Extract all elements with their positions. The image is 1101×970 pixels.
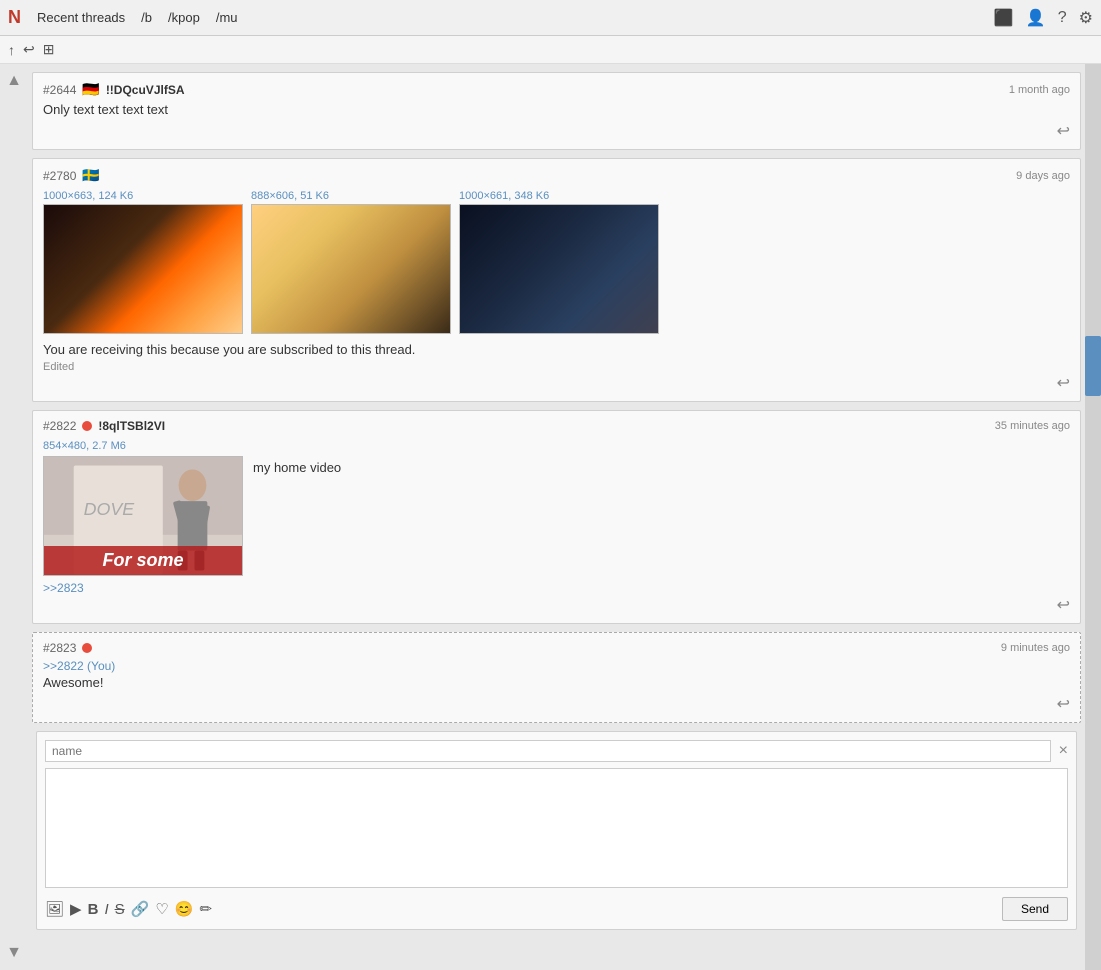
svg-text:DOVE: DOVE [84, 499, 136, 519]
post-2822: #2822 !8qlTSBl2VI 35 minutes ago 854×480… [32, 410, 1081, 624]
help-icon[interactable]: ? [1058, 9, 1067, 27]
post-2644-username: !!DQcuVJlfSA [106, 83, 185, 97]
nav-kpop[interactable]: /kpop [168, 10, 200, 25]
send-button[interactable]: Send [1002, 897, 1068, 921]
toolbar-link-icon[interactable]: 🔗 [131, 900, 150, 918]
fullscreen-icon[interactable]: ⬛ [994, 8, 1014, 28]
user-icon[interactable]: 👤 [1026, 8, 1046, 28]
post-2823-reply-button[interactable]: ↩ [1057, 696, 1070, 713]
post-2780-img3-label: 1000×661, 348 K6 [459, 190, 659, 202]
post-2644-id: #2644 [43, 83, 76, 97]
post-2823-dot [82, 643, 92, 653]
post-2822-ref[interactable]: >>2823 [43, 581, 84, 595]
post-2780-flag: 🇸🇪 [82, 167, 99, 184]
toolbar-strikethrough-icon[interactable]: S [115, 901, 125, 918]
post-2780-header: #2780 🇸🇪 9 days ago [43, 167, 1070, 184]
post-2780-reply-area: ↩ [43, 373, 1070, 393]
nav-mu[interactable]: /mu [216, 10, 238, 25]
toolbar-italic-icon[interactable]: I [104, 901, 108, 918]
secondbar: ↑ ↩ ⊞ [0, 36, 1101, 64]
reply-form: × 🖼 ▶ B I S 🔗 ♡ 😊 ✏ Send [36, 731, 1077, 930]
scrollbar-thumb[interactable] [1085, 336, 1101, 396]
post-2644-time: 1 month ago [1009, 84, 1070, 96]
left-scroll-panel: ▲ ▼ [0, 64, 28, 970]
post-2822-reply-button[interactable]: ↩ [1057, 597, 1070, 614]
post-2780-img2-label: 888×606, 51 K6 [251, 190, 451, 202]
post-2822-reply-area: ↩ [43, 595, 1070, 615]
scroll-up-button[interactable]: ▲ [6, 72, 22, 90]
toolbar-image-icon[interactable]: 🖼 [45, 900, 64, 918]
nav-b[interactable]: /b [141, 10, 152, 25]
post-2822-id: #2822 [43, 419, 76, 433]
post-2822-side-text: my home video [253, 456, 341, 576]
post-2822-video-wrap: DOVE For some my home video [43, 456, 1070, 576]
post-2822-video-caption: For some [44, 546, 242, 575]
reply-form-header: × [45, 740, 1068, 762]
reply-close-button[interactable]: × [1059, 742, 1068, 760]
post-2823-time: 9 minutes ago [1001, 642, 1070, 654]
post-2644: #2644 🇩🇪 !!DQcuVJlfSA 1 month ago Only t… [32, 72, 1081, 150]
post-2822-header: #2822 !8qlTSBl2VI 35 minutes ago [43, 419, 1070, 433]
topbar: N Recent threads /b /kpop /mu ⬛ 👤 ? ⚙ [0, 0, 1101, 36]
reply-icon[interactable]: ↩ [23, 41, 35, 58]
toolbar-bold-icon[interactable]: B [88, 901, 99, 918]
toolbar-heart-icon[interactable]: ♡ [155, 900, 168, 918]
post-2780-img2[interactable] [251, 204, 451, 334]
post-2644-reply-area: ↩ [43, 121, 1070, 141]
post-2644-header: #2644 🇩🇪 !!DQcuVJlfSA 1 month ago [43, 81, 1070, 98]
post-2780-img1-label: 1000×663, 124 K6 [43, 190, 243, 202]
reply-textarea[interactable] [45, 768, 1068, 888]
post-2780-img1[interactable] [43, 204, 243, 334]
post-2780-time: 9 days ago [1016, 170, 1070, 182]
post-2823-header: #2823 9 minutes ago [43, 641, 1070, 655]
toolbar-play-icon[interactable]: ▶ [70, 900, 82, 918]
post-2780-img3[interactable] [459, 204, 659, 334]
scroll-down-button[interactable]: ▼ [6, 944, 22, 962]
post-2823-quote-ref[interactable]: >>2822 (You) [43, 659, 1070, 673]
post-2822-ref-area: >>2823 [43, 580, 1070, 595]
post-2780-image-2: 888×606, 51 K6 [251, 190, 451, 334]
post-2780-reply-button[interactable]: ↩ [1057, 375, 1070, 392]
topbar-icons: ⬛ 👤 ? ⚙ [994, 8, 1093, 28]
post-2644-flag: 🇩🇪 [82, 81, 99, 98]
post-2822-video-label: 854×480, 2.7 M6 [43, 440, 126, 452]
post-2823-content: Awesome! [43, 675, 1070, 690]
post-2822-username: !8qlTSBl2VI [98, 419, 165, 433]
post-2644-reply-button[interactable]: ↩ [1057, 123, 1070, 140]
scroll-up-icon[interactable]: ↑ [8, 42, 15, 58]
post-2822-video-thumb[interactable]: DOVE For some [43, 456, 243, 576]
post-2780-subscribed-text: You are receiving this because you are s… [43, 342, 1070, 357]
top-nav: Recent threads /b /kpop /mu [37, 10, 982, 25]
toolbar-emoji-icon[interactable]: 😊 [175, 900, 194, 918]
post-2644-content: Only text text text text [43, 102, 1070, 117]
settings-icon[interactable]: ⚙ [1079, 8, 1093, 28]
post-2822-dot [82, 421, 92, 431]
post-2780-images: 1000×663, 124 K6 888×606, 51 K6 1000×661… [43, 190, 1070, 334]
right-scrollbar[interactable] [1085, 64, 1101, 970]
app-logo[interactable]: N [8, 7, 21, 28]
post-2780-image-1: 1000×663, 124 K6 [43, 190, 243, 334]
main-layout: ▲ ▼ #2644 🇩🇪 !!DQcuVJlfSA 1 month ago On… [0, 64, 1101, 970]
reply-name-input[interactable] [45, 740, 1051, 762]
toolbar-pen-icon[interactable]: ✏ [199, 900, 212, 918]
nav-recent-threads[interactable]: Recent threads [37, 10, 125, 25]
post-2780-edited-tag: Edited [43, 361, 1070, 373]
grid-icon[interactable]: ⊞ [43, 41, 55, 58]
post-2780-image-3: 1000×661, 348 K6 [459, 190, 659, 334]
post-2823-reply-area: ↩ [43, 694, 1070, 714]
post-2822-time: 35 minutes ago [995, 420, 1070, 432]
post-2823-id: #2823 [43, 641, 76, 655]
reply-toolbar: 🖼 ▶ B I S 🔗 ♡ 😊 ✏ Send [45, 897, 1068, 921]
post-2780: #2780 🇸🇪 9 days ago 1000×663, 124 K6 888… [32, 158, 1081, 402]
thread-area: #2644 🇩🇪 !!DQcuVJlfSA 1 month ago Only t… [28, 64, 1085, 970]
post-2823: #2823 9 minutes ago >>2822 (You) Awesome… [32, 632, 1081, 723]
post-2780-id: #2780 [43, 169, 76, 183]
